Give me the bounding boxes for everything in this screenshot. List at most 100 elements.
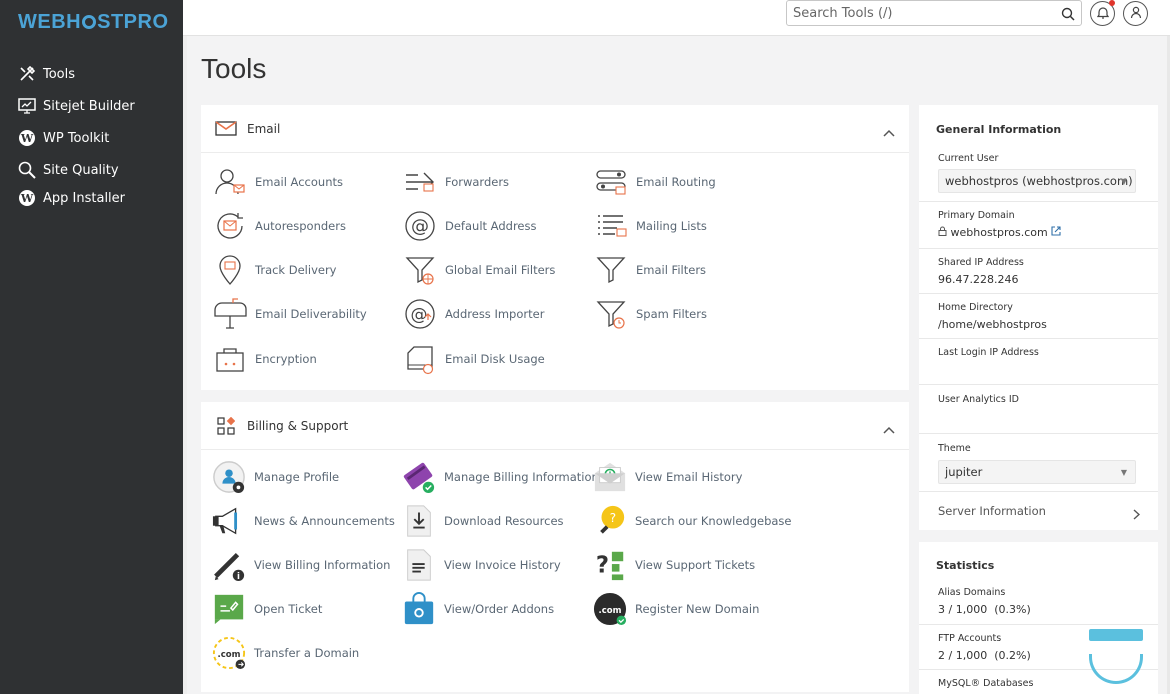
- tool-download-resources[interactable]: Download Resources: [402, 504, 564, 538]
- routing-icon: [594, 165, 628, 199]
- mailbox-icon: [213, 297, 247, 331]
- tool-open-ticket[interactable]: Open Ticket: [212, 592, 322, 626]
- tool-label: Open Ticket: [254, 602, 323, 616]
- map-pin-icon: [213, 253, 247, 287]
- wordpress-icon: W: [18, 129, 36, 147]
- tool-default-address[interactable]: @ Default Address: [403, 209, 536, 243]
- lock-icon: [938, 226, 947, 239]
- tool-label: Transfer a Domain: [254, 646, 360, 660]
- tool-email-disk-usage[interactable]: Email Disk Usage: [403, 342, 545, 376]
- tool-address-importer[interactable]: @ Address Importer: [403, 297, 544, 331]
- primary-domain-link[interactable]: webhostpros.com: [938, 226, 1061, 239]
- tool-email-routing[interactable]: Email Routing: [594, 165, 716, 199]
- svg-text:W: W: [20, 132, 34, 145]
- tool-email-accounts[interactable]: Email Accounts: [213, 165, 343, 199]
- search-input[interactable]: [787, 1, 1047, 25]
- svg-text:W: W: [20, 192, 34, 205]
- current-user-row: Current User webhostpros (webhostpros.co…: [919, 143, 1158, 201]
- tool-label: Encryption: [255, 352, 317, 366]
- funnel-clock-icon: [594, 297, 628, 331]
- sidebar: WEBH STPRO Tools Sitejet Builder W WP Too…: [0, 0, 183, 694]
- sidebar-item-sitejet[interactable]: Sitejet Builder: [0, 90, 183, 122]
- tool-label: Email Deliverability: [255, 307, 367, 321]
- last-login-row: Last Login IP Address: [919, 338, 1158, 384]
- sidebar-item-label: Sitejet Builder: [43, 98, 135, 114]
- tool-news[interactable]: News & Announcements: [212, 504, 395, 538]
- analytics-row: User Analytics ID: [919, 384, 1158, 433]
- left-scrollbar[interactable]: [183, 36, 187, 694]
- tool-mailing-lists[interactable]: Mailing Lists: [594, 209, 707, 243]
- tool-forwarders[interactable]: Forwarders: [403, 165, 509, 199]
- email-panel: Email Email Accounts Forwarders Email Ro…: [201, 105, 909, 390]
- home-directory-value: /home/webhostpros: [938, 318, 1047, 331]
- funnel-icon: [594, 253, 628, 287]
- sidebar-item-wp-toolkit[interactable]: W WP Toolkit: [0, 122, 183, 154]
- list-icon: [594, 209, 628, 243]
- sidebar-item-app-installer[interactable]: W App Installer: [0, 182, 183, 214]
- sidebar-nav: Tools Sitejet Builder W WP Toolkit Site …: [0, 58, 183, 214]
- tool-view-email-history[interactable]: View Email History: [593, 460, 742, 494]
- tool-label: Email Filters: [636, 263, 707, 277]
- svg-text:i: i: [237, 572, 240, 582]
- chevron-up-icon[interactable]: [883, 122, 895, 141]
- tool-view-support-tickets[interactable]: ? View Support Tickets: [593, 548, 755, 582]
- statistics-title: Statistics: [936, 559, 995, 572]
- dotcom-transfer-icon: .com: [212, 636, 246, 670]
- tool-label: Mailing Lists: [636, 219, 707, 233]
- server-information-row[interactable]: Server Information: [919, 491, 1158, 530]
- question-ticket-icon: ?: [593, 548, 627, 582]
- logo-o-ring: [82, 15, 97, 29]
- megaphone-icon: [212, 504, 246, 538]
- page-title: Tools: [201, 53, 267, 84]
- bell-icon: [1096, 4, 1109, 23]
- tool-spam-filters[interactable]: Spam Filters: [594, 297, 707, 331]
- stat-label: FTP Accounts: [938, 633, 1002, 644]
- external-link-icon: [1051, 226, 1061, 239]
- ticket-icon: [212, 592, 246, 626]
- tool-label: Autoresponders: [255, 219, 346, 233]
- tool-email-deliverability[interactable]: Email Deliverability: [213, 297, 367, 331]
- grid-icon: [214, 416, 238, 436]
- tool-search-knowledgebase[interactable]: ? Search our Knowledgebase: [593, 504, 792, 538]
- tool-view-billing[interactable]: i View Billing Information: [212, 548, 390, 582]
- general-info-panel: General Information Current User webhost…: [919, 105, 1158, 530]
- tool-view-invoice-history[interactable]: View Invoice History: [402, 548, 561, 582]
- svg-text:@: @: [411, 216, 429, 237]
- current-user-select[interactable]: webhostpros (webhostpros.com) ▼: [938, 169, 1136, 193]
- email-panel-title: Email: [247, 121, 281, 136]
- monitor-icon: [18, 97, 36, 115]
- tool-email-filters[interactable]: Email Filters: [594, 253, 706, 287]
- tool-view-order-addons[interactable]: View/Order Addons: [402, 592, 554, 626]
- search-icon[interactable]: [1061, 6, 1075, 25]
- search-box[interactable]: [786, 0, 1082, 26]
- home-directory-label: Home Directory: [938, 302, 1013, 313]
- current-user-label: Current User: [938, 153, 999, 164]
- caret-down-icon: ▼: [1120, 468, 1127, 477]
- tool-label: Forwarders: [445, 175, 510, 189]
- sidebar-item-tools[interactable]: Tools: [0, 58, 183, 90]
- tool-autoresponders[interactable]: Autoresponders: [213, 209, 346, 243]
- tool-track-delivery[interactable]: Track Delivery: [213, 253, 336, 287]
- tool-manage-billing[interactable]: Manage Billing Information: [402, 460, 599, 494]
- brand-logo[interactable]: WEBH STPRO: [18, 11, 169, 34]
- tool-transfer-domain[interactable]: .com Transfer a Domain: [212, 636, 359, 670]
- notifications-button[interactable]: [1090, 0, 1115, 26]
- email-panel-header[interactable]: Email: [201, 105, 909, 153]
- statistics-panel: Statistics Alias Domains 3 / 1,000 (0.3%…: [919, 542, 1158, 694]
- tool-label: View Email History: [635, 470, 743, 484]
- billing-panel-header[interactable]: Billing & Support: [201, 402, 909, 450]
- tool-encryption[interactable]: Encryption: [213, 342, 317, 376]
- tool-label: Address Importer: [445, 307, 545, 321]
- tool-register-domain[interactable]: .com Register New Domain: [593, 592, 759, 626]
- tool-manage-profile[interactable]: Manage Profile: [212, 460, 339, 494]
- tool-label: View/Order Addons: [444, 602, 555, 616]
- dotcom-check-icon: .com: [593, 592, 627, 626]
- user-menu-button[interactable]: [1123, 1, 1148, 26]
- tool-label: Search our Knowledgebase: [635, 514, 792, 528]
- tool-label: View Invoice History: [444, 558, 561, 572]
- profile-gear-icon: [212, 460, 246, 494]
- chevron-up-icon[interactable]: [883, 419, 895, 438]
- tool-global-email-filters[interactable]: Global Email Filters: [403, 253, 555, 287]
- theme-select[interactable]: jupiter ▼: [938, 460, 1136, 484]
- stat-value: 2 / 1,000 (0.2%): [938, 649, 1031, 662]
